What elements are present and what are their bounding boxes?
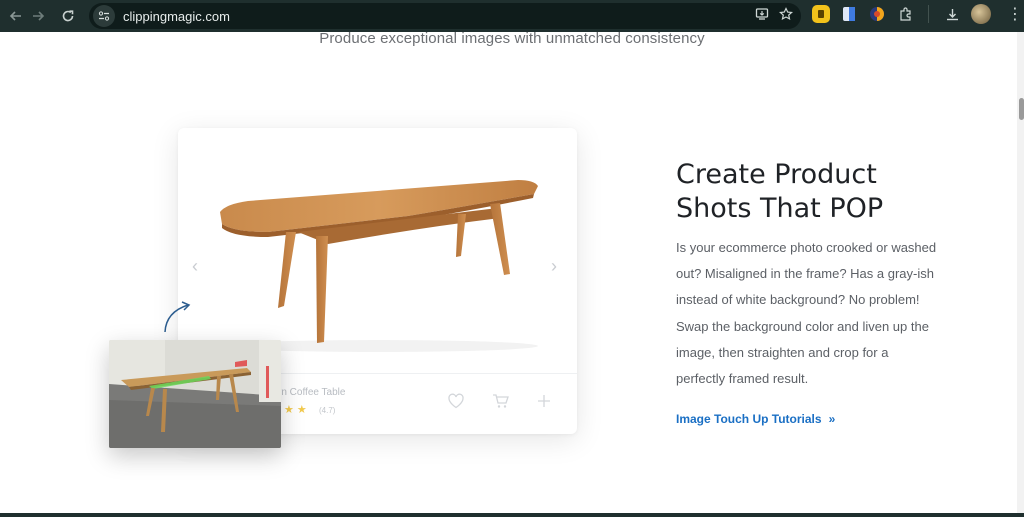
before-photo-thumbnail (109, 340, 281, 448)
profile-avatar[interactable] (971, 4, 991, 24)
extension-yellow-icon[interactable] (812, 5, 830, 23)
menu-icon[interactable]: ⋮ (1007, 4, 1023, 24)
install-app-icon[interactable] (755, 7, 769, 24)
scrollbar-thumb[interactable] (1019, 98, 1024, 120)
extension-colorful-icon[interactable] (868, 5, 886, 23)
heart-icon[interactable] (446, 391, 466, 411)
browser-toolbar: clippingmagic.com ⋮ (0, 0, 1024, 32)
download-icon[interactable] (943, 5, 961, 23)
description-line: perfectly framed result. (676, 371, 809, 387)
bookmark-star-icon[interactable] (778, 7, 794, 24)
section-headline: Create Product Shots That POP (676, 158, 976, 226)
section-description: Is your ecommerce photo crooked or washe… (676, 235, 956, 392)
section-tagline: Produce exceptional images with unmatche… (319, 30, 705, 47)
site-info-icon[interactable] (93, 5, 115, 27)
rating-value: (4.7) (319, 406, 336, 415)
product-image (178, 128, 577, 373)
reload-icon[interactable] (53, 2, 83, 30)
product-name: rn Coffee Table (278, 387, 346, 398)
link-label[interactable]: Image Touch Up Tutorials (676, 412, 822, 426)
carousel-next-icon[interactable]: › (551, 256, 557, 277)
curved-arrow-icon (158, 296, 198, 336)
extension-doc-icon[interactable] (840, 5, 858, 23)
forward-icon[interactable] (23, 2, 53, 30)
address-bar[interactable]: clippingmagic.com (89, 3, 801, 29)
plus-icon[interactable] (534, 391, 554, 411)
rating-stars: ★ ★ (284, 404, 307, 416)
headline-line: Create Product (676, 159, 877, 190)
url-text[interactable]: clippingmagic.com (123, 9, 230, 24)
window-bottom-edge (0, 513, 1024, 517)
description-line: Swap the background color and liven up t… (676, 318, 929, 334)
headline-line: Shots That POP (676, 193, 884, 224)
description-line: instead of white background? No problem! (676, 292, 920, 308)
extensions-puzzle-icon[interactable] (896, 5, 914, 23)
cart-icon[interactable] (490, 391, 510, 411)
description-line: out? Misaligned in the frame? Has a gray… (676, 266, 934, 282)
carousel-prev-icon[interactable]: ‹ (192, 256, 198, 277)
description-line: Is your ecommerce photo crooked or washe… (676, 240, 937, 255)
chevron-right-icon[interactable]: » (829, 412, 836, 426)
description-line: image, then straighten and crop for a (676, 344, 889, 360)
image-touch-up-tutorials-link[interactable]: Image Touch Up Tutorials » (676, 412, 835, 426)
